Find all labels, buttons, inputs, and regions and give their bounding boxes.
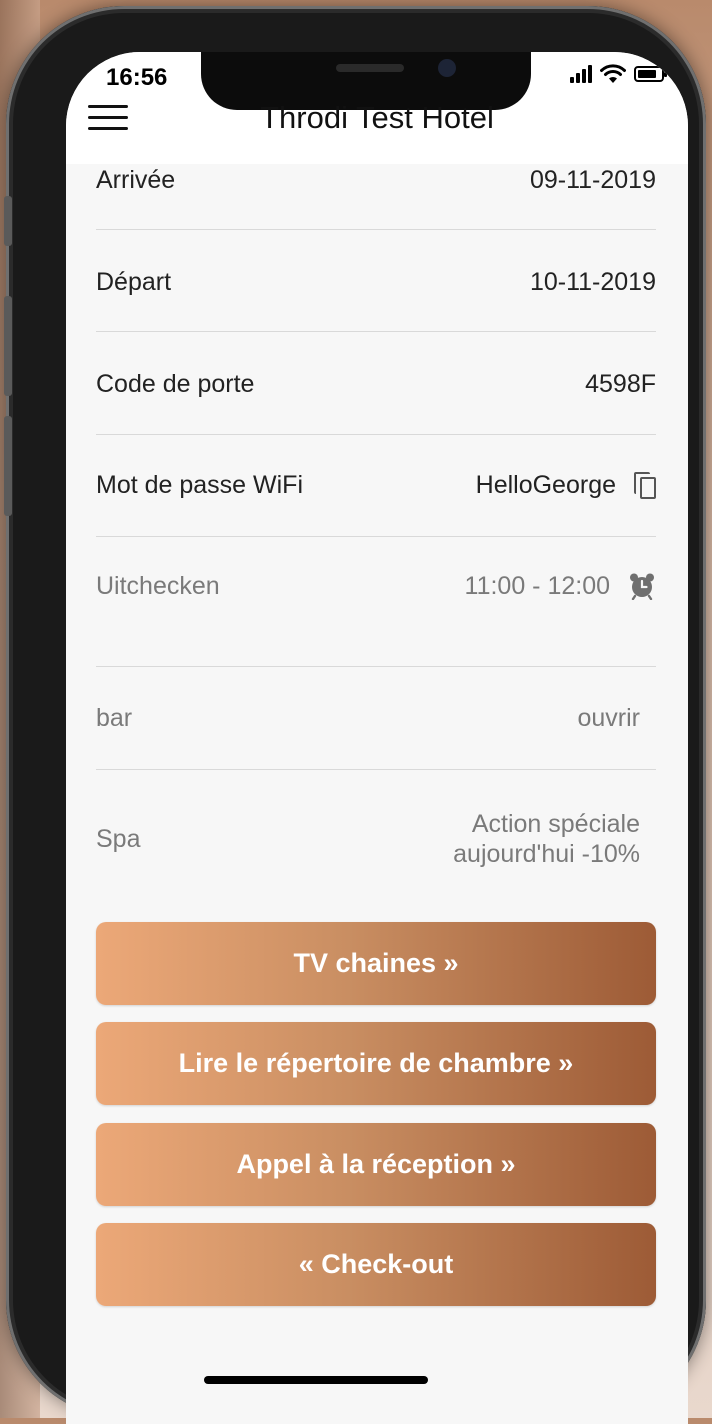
home-indicator[interactable] <box>204 1376 428 1384</box>
info-row-departure: Départ 10-11-2019 <box>96 262 656 302</box>
copy-icon[interactable] <box>634 472 656 499</box>
room-directory-button[interactable]: Lire le répertoire de chambre » <box>96 1022 656 1105</box>
row-divider <box>96 229 656 230</box>
row-divider <box>96 536 656 537</box>
cellular-signal-icon <box>570 65 592 83</box>
wifi-icon <box>600 64 626 83</box>
volume-up-button <box>4 296 12 396</box>
spa-value-line2: aujourd'hui -10% <box>453 840 640 868</box>
app-header: 16:56 Throdi Test Hotel <box>66 52 688 164</box>
app-screen: 16:56 Throdi Test Hotel Arrivée 09-11-20… <box>66 52 688 1424</box>
info-row-checkout-time: Uitchecken 11:00 - 12:00 <box>96 566 656 606</box>
arrival-value: 09-11-2019 <box>529 165 656 194</box>
departure-value: 10-11-2019 <box>529 267 656 296</box>
hotel-title: Throdi Test Hotel <box>260 100 494 135</box>
info-row-bar: bar ouvrir <box>96 698 656 738</box>
mute-switch <box>4 196 12 246</box>
front-camera <box>438 59 456 77</box>
alarm-clock-icon[interactable] <box>628 572 656 600</box>
info-row-wifi-password: Mot de passe WiFi HelloGeorge <box>96 465 656 505</box>
tv-channels-button[interactable]: TV chaines » <box>96 922 656 1005</box>
info-row-door-code: Code de porte 4598F <box>96 364 656 404</box>
battery-icon <box>634 66 667 82</box>
status-time: 16:56 <box>106 64 168 91</box>
arrival-label: Arrivée <box>96 165 176 194</box>
spa-label: Spa <box>96 824 141 853</box>
row-divider <box>96 769 656 770</box>
volume-down-button <box>4 416 12 516</box>
checkout-button[interactable]: « Check-out <box>96 1223 656 1306</box>
checkout-time-label: Uitchecken <box>96 571 220 600</box>
row-divider <box>96 331 656 332</box>
spa-value-line1: Action spéciale <box>471 810 640 838</box>
wifi-password-value: HelloGeorge <box>475 470 616 499</box>
info-row-arrival: Arrivée 09-11-2019 <box>96 160 656 200</box>
row-divider <box>96 666 656 667</box>
speaker-grille <box>336 64 404 72</box>
call-reception-button[interactable]: Appel à la réception » <box>96 1123 656 1206</box>
info-row-spa: Spa Action spéciale aujourd'hui -10% <box>96 806 656 872</box>
row-divider <box>96 434 656 435</box>
checkout-time-value: 11:00 - 12:00 <box>464 571 610 600</box>
bar-label: bar <box>96 703 133 732</box>
spa-value: Action spéciale aujourd'hui -10% <box>453 809 656 869</box>
door-code-value: 4598F <box>585 369 656 398</box>
departure-label: Départ <box>96 267 172 296</box>
phone-frame: 16:56 Throdi Test Hotel Arrivée 09-11-20… <box>4 6 706 1424</box>
wifi-password-label: Mot de passe WiFi <box>96 470 304 499</box>
bar-value: ouvrir <box>577 703 640 732</box>
status-icons <box>570 64 667 84</box>
door-code-label: Code de porte <box>96 369 255 398</box>
